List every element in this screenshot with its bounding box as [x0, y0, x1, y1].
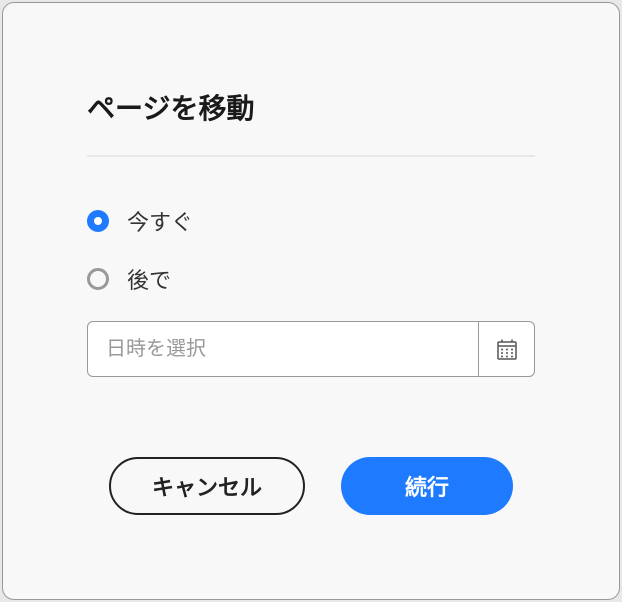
cancel-button[interactable]: キャンセル	[109, 457, 305, 515]
divider	[87, 155, 535, 157]
continue-button[interactable]: 続行	[341, 457, 513, 515]
radio-circle-icon	[87, 268, 109, 290]
dialog-title: ページを移動	[87, 87, 535, 127]
radio-circle-icon	[87, 210, 109, 232]
radio-label-now: 今すぐ	[127, 205, 193, 237]
datetime-picker-row	[87, 321, 535, 377]
radio-option-now[interactable]: 今すぐ	[87, 205, 535, 237]
calendar-button[interactable]	[479, 321, 535, 377]
calendar-icon	[495, 337, 519, 361]
move-page-dialog: ページを移動 今すぐ 後で	[2, 2, 620, 600]
radio-option-later[interactable]: 後で	[87, 263, 535, 295]
schedule-radio-group: 今すぐ 後で	[87, 205, 535, 295]
dialog-button-row: キャンセル 続行	[87, 457, 535, 515]
radio-label-later: 後で	[127, 263, 171, 295]
datetime-input[interactable]	[87, 321, 479, 377]
